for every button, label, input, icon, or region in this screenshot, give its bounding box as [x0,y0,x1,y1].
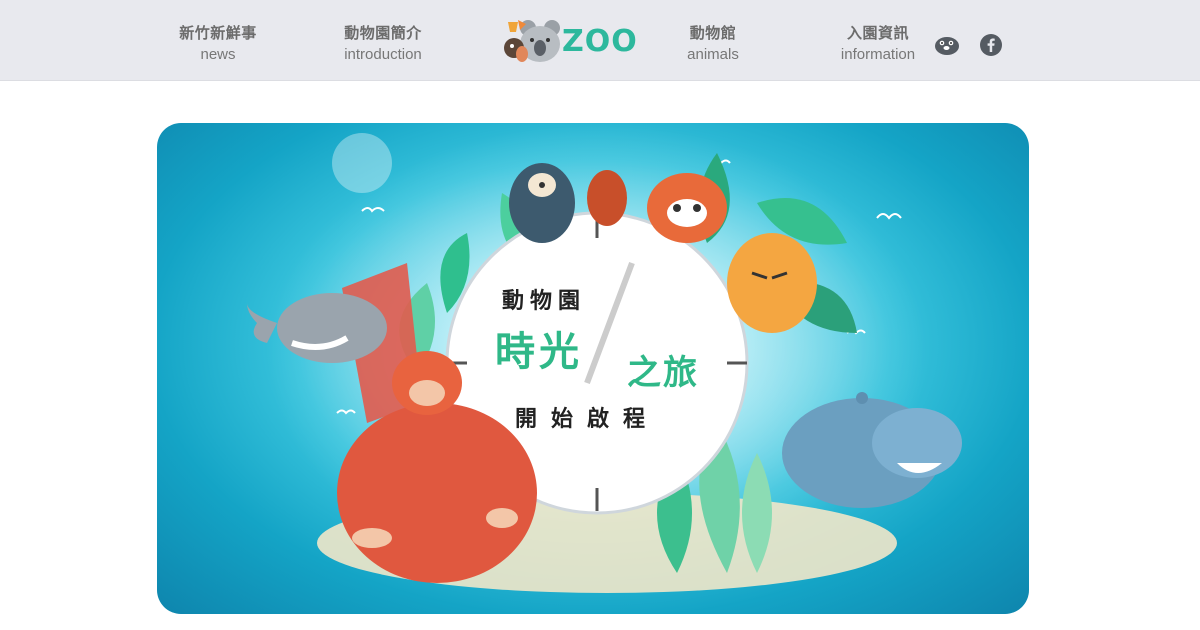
nav-item-label-zh: 動物館 [689,24,737,42]
nav-item-label-en: introduction [344,46,422,63]
nav-item-label-en: news [200,46,236,63]
bear-icon [509,163,575,243]
banner-title-line4: 開始啟程 [515,407,660,432]
hero-banner[interactable]: 動物園 時光 之旅 開始啟程 [157,123,1029,614]
otter-icon[interactable] [934,32,960,58]
nav-item-label-zh: 新竹新鮮事 [179,24,257,42]
banner-illustration [247,123,962,593]
nav-item-label-en: animals [687,46,739,63]
nav-item-label-zh: 入園資訊 [846,24,909,42]
nav-item-information[interactable]: 入園資訊 information [828,22,928,66]
nav-item-animals[interactable]: 動物館 animals [663,22,763,66]
zoo-logo[interactable]: ZOO [504,18,640,64]
koala-logo-icon [504,20,560,62]
nav-item-label-en: information [840,46,916,63]
top-navigation: 新竹新鮮事 news 動物園簡介 introduction ZOO 動物館 an… [0,0,1200,81]
facebook-icon[interactable] [980,34,1002,56]
banner-title-line1: 動物園 [502,289,587,314]
nav-item-news[interactable]: 新竹新鮮事 news [168,22,268,66]
logo-text: ZOO [562,24,638,59]
banner-title-line3: 之旅 [627,353,699,393]
nav-item-label-zh: 動物園簡介 [344,24,422,42]
nav-item-introduction[interactable]: 動物園簡介 introduction [333,22,433,66]
banner-title-line2: 時光 [495,329,583,375]
tiger-icon [727,233,817,333]
